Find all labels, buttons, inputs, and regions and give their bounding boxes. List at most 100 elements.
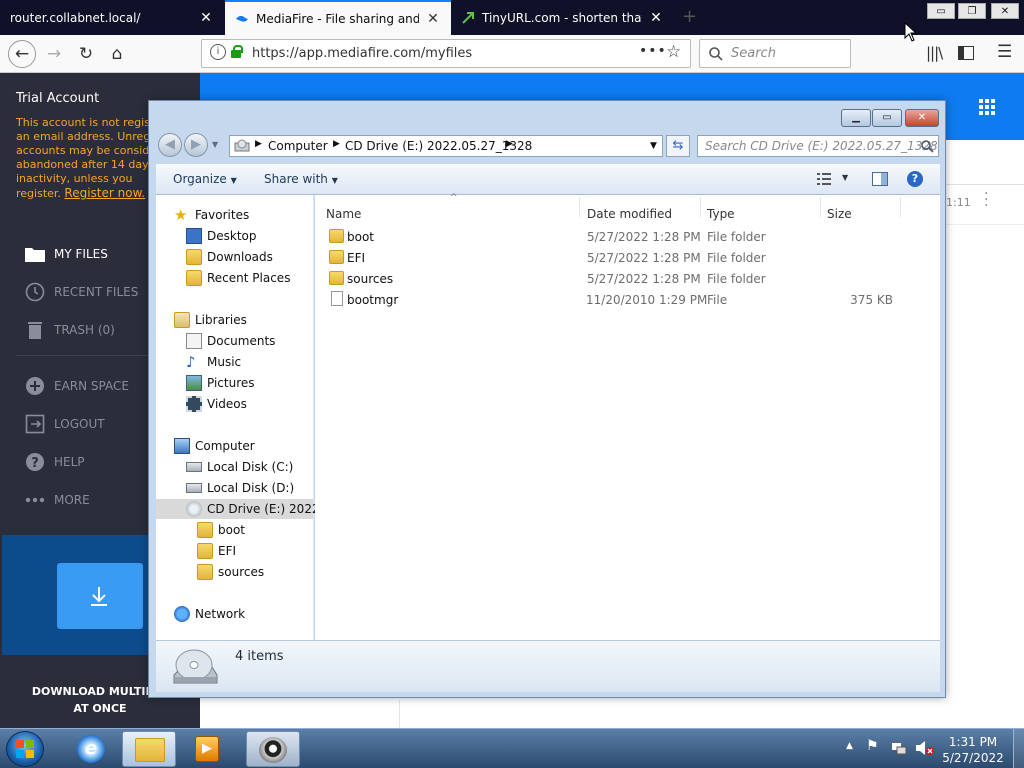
browser-search-input[interactable]: Search [699,39,851,68]
share-with-button[interactable]: Share with ▼ [264,172,338,186]
tree-cd-drive[interactable]: CD Drive (E:) 2022.05 [156,499,339,519]
clock-time: 1:31 PM [948,735,998,749]
reload-icon[interactable]: ↻ [74,42,98,66]
column-header-date[interactable]: Date modified [587,207,672,221]
tree-local-disk-c[interactable]: Local Disk (C:) [186,457,293,477]
nav-trash[interactable]: TRASH (0) [24,320,115,340]
file-row-efi[interactable]: EFI 5/27/2022 1:28 PM File folder [315,248,940,269]
tree-recent-places[interactable]: Recent Places [186,268,290,288]
bookmark-star-icon[interactable]: ☆ [666,42,681,62]
cd-drive-icon [186,501,202,517]
minimize-browser-button[interactable]: ▭ [927,3,955,19]
recent-pages-chevron-icon[interactable]: ▼ [212,140,218,149]
menu-icon[interactable]: ☰ [997,42,1012,62]
grid-apps-icon[interactable] [979,99,997,115]
file-row-bootmgr[interactable]: bootmgr 11/20/2010 1:29 PM File 375 KB [315,290,940,311]
forward-arrow-icon[interactable]: → [42,42,66,66]
column-header-type[interactable]: Type [707,207,735,221]
nav-more[interactable]: MORE [24,490,90,510]
account-title: Trial Account [16,91,100,106]
close-tab-icon[interactable]: ✕ [425,11,441,27]
file-row-boot[interactable]: boot 5/27/2022 1:28 PM File folder [315,227,940,248]
new-tab-icon[interactable]: + [682,6,697,27]
taskbar-firefox-nightly[interactable] [246,731,300,767]
tree-favorites[interactable]: ★ Favorites [174,205,249,225]
url-bar[interactable]: i https://app.mediafire.com/myfiles ••• … [201,39,691,68]
breadcrumb-separator-icon[interactable]: ▶ [506,139,513,149]
tree-computer[interactable]: Computer [174,436,255,456]
download-folder-icon [57,563,143,629]
back-arrow-icon[interactable]: ← [8,40,36,68]
restore-browser-button[interactable]: ❐ [958,3,986,19]
tab-tinyurl[interactable]: TinyURL.com - shorten that lo ✕ [452,0,674,35]
explorer-file-list: ^ Name Date modified Type Size boot 5/27… [315,193,940,640]
file-row-sources[interactable]: sources 5/27/2022 1:28 PM File folder [315,269,940,290]
nav-help[interactable]: ? HELP [24,452,85,472]
tree-cd-boot[interactable]: boot [197,520,245,540]
show-hidden-icons-chevron[interactable]: ▲ [846,741,853,751]
preview-pane-icon[interactable] [872,172,888,186]
nav-recent-files[interactable]: RECENT FILES [24,282,138,302]
close-tab-icon[interactable]: ✕ [648,10,664,26]
register-now-link[interactable]: Register now. [64,186,145,200]
volume-muted-icon[interactable] [915,740,935,756]
explorer-close-button[interactable]: ✕ [905,109,939,127]
taskbar-media-player[interactable]: ▶ [180,731,234,767]
nav-earn-space[interactable]: EARN SPACE [24,376,129,396]
nav-logout[interactable]: LOGOUT [24,414,105,434]
tree-documents[interactable]: Documents [186,331,275,351]
taskbar-internet-explorer[interactable]: e [64,731,118,767]
tree-videos[interactable]: Videos [186,394,247,414]
taskbar-explorer[interactable] [122,731,176,767]
start-button[interactable] [6,731,44,767]
close-browser-button[interactable]: ✕ [991,3,1019,19]
search-icon[interactable] [921,140,934,153]
tree-local-disk-d[interactable]: Local Disk (D:) [186,478,294,498]
info-icon[interactable]: i [210,44,226,60]
refresh-icon[interactable]: ⇆ [666,135,690,157]
tree-desktop[interactable]: Desktop [186,226,257,246]
home-icon[interactable]: ⌂ [105,42,129,66]
help-icon[interactable]: ? [907,171,923,187]
clock-icon [24,282,46,302]
column-header-size[interactable]: Size [827,207,852,221]
explorer-maximize-button[interactable]: ▭ [872,109,902,127]
tab-mediafire[interactable]: MediaFire - File sharing and sto ✕ [225,0,451,35]
breadcrumb-cd-drive[interactable]: CD Drive (E:) 2022.05.27_1328 [345,139,532,153]
tree-libraries[interactable]: Libraries [174,310,247,330]
close-tab-icon[interactable]: ✕ [198,10,214,26]
action-center-flag-icon[interactable]: ⚑ [866,738,879,754]
change-view-icon[interactable] [817,173,831,185]
tree-cd-efi[interactable]: EFI [197,541,236,561]
tree-downloads[interactable]: Downloads [186,247,273,267]
column-header-name[interactable]: Name [326,207,361,221]
plus-circle-icon [24,376,46,396]
clock[interactable]: 1:31 PM 5/27/2022 [940,734,1006,766]
tree-cd-sources[interactable]: sources [197,562,264,582]
tab-title: MediaFire - File sharing and sto [256,11,419,26]
tab-router[interactable]: router.collabnet.local/ ✕ [0,0,224,35]
sidebar-toggle-icon[interactable] [958,46,974,60]
breadcrumb-separator-icon[interactable]: ▶ [255,139,262,149]
address-dropdown-icon[interactable]: ▼ [650,141,657,151]
breadcrumb-separator-icon[interactable]: ▶ [333,139,340,149]
explorer-address-bar[interactable]: ▶ Computer ▶ CD Drive (E:) 2022.05.27_13… [229,135,663,157]
explorer-back-icon[interactable]: ◀ [158,133,182,157]
tree-network[interactable]: Network [174,604,245,624]
tinyurl-favicon-icon [462,11,474,24]
row-menu-icon[interactable]: · · · [984,187,988,213]
breadcrumb-computer[interactable]: Computer [268,139,328,153]
tree-music[interactable]: ♪ Music [186,352,241,372]
network-status-icon[interactable] [891,741,909,757]
organize-button[interactable]: Organize ▼ [173,172,237,186]
view-options-chevron-icon[interactable]: ▼ [842,173,848,182]
nav-my-files[interactable]: MY FILES [24,244,108,264]
explorer-forward-icon[interactable]: ▶ [184,133,208,157]
explorer-minimize-button[interactable]: ▁ [841,109,871,127]
music-icon: ♪ [186,353,196,371]
library-icon[interactable]: |||\ [926,44,943,62]
page-actions-icon[interactable]: ••• [639,43,667,59]
explorer-search-input[interactable]: Search CD Drive (E:) 2022.05.27_1328 [697,135,939,157]
tree-pictures[interactable]: Pictures [186,373,255,393]
show-desktop-button[interactable] [1013,729,1024,768]
